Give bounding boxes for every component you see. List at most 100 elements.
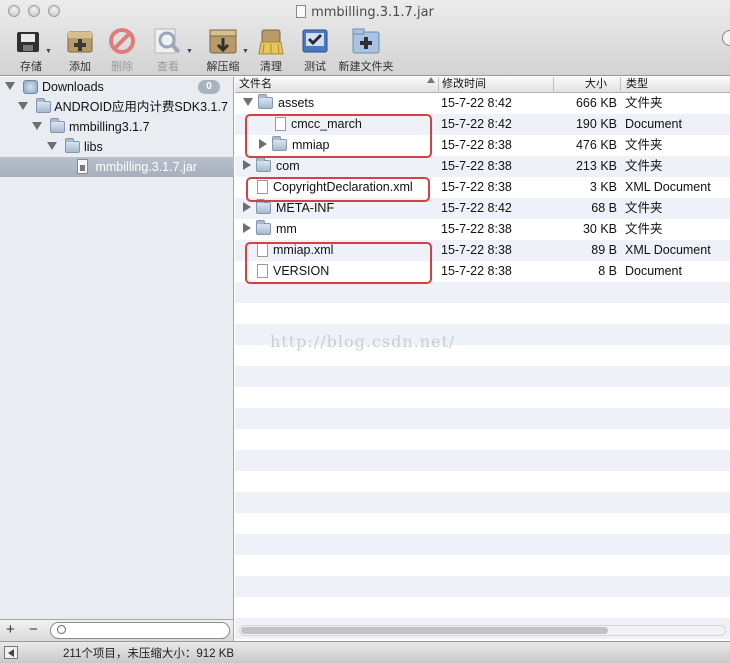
document-icon <box>296 5 307 18</box>
toolbar-extract-label: 解压缩 <box>206 61 240 73</box>
add-icon <box>64 26 96 56</box>
window-title: mmbilling.3.1.7.jar <box>311 5 434 20</box>
disclosure-closed-icon[interactable] <box>243 223 251 233</box>
file-kind: 文件夹 <box>625 201 663 215</box>
highlight-box <box>245 242 432 284</box>
disclosure-open-icon[interactable] <box>18 102 28 110</box>
file-date: 15-7-22 8:38 <box>441 138 512 152</box>
sidebar-item-label: mmbilling3.1.7 <box>68 120 150 134</box>
file-kind: 文件夹 <box>625 222 663 236</box>
clean-icon <box>255 26 287 56</box>
disclosure-closed-icon[interactable] <box>243 202 251 212</box>
column-header-size[interactable]: 大小 <box>585 77 607 92</box>
view-icon: ▼ <box>152 26 193 56</box>
row-stripe <box>235 282 730 303</box>
toolbar-clean-button[interactable]: 清理 <box>254 26 288 74</box>
folder-icon <box>256 220 271 235</box>
sort-ascending-icon <box>427 77 435 83</box>
sidebar-item-downloads[interactable]: Downloads 0 <box>0 77 234 97</box>
file-kind: Document <box>625 264 682 278</box>
sidebar-item-android-sdk[interactable]: ANDROID应用内计费SDK3.1.7 <box>0 97 234 117</box>
folder-icon <box>36 98 52 113</box>
delete-icon <box>106 26 138 56</box>
file-kind: XML Document <box>625 180 711 194</box>
file-kind: Document <box>625 117 682 131</box>
scrollbar-thumb[interactable] <box>241 627 608 634</box>
sidebar-item-jar[interactable]: mmbilling.3.1.7.jar <box>0 157 234 177</box>
disclosure-open-icon[interactable] <box>47 142 57 150</box>
horizontal-scrollbar[interactable] <box>239 625 726 636</box>
toolbar-clean-label: 清理 <box>260 61 282 73</box>
column-header-date[interactable]: 修改时间 <box>442 77 486 92</box>
disclosure-closed-icon[interactable] <box>243 160 251 170</box>
toolbar-save-button[interactable]: ▼ 存储 <box>8 26 54 74</box>
folder-icon <box>256 199 271 214</box>
toolbar-delete-button[interactable]: 删除 <box>104 26 140 74</box>
column-header-kind[interactable]: 类型 <box>626 77 648 92</box>
save-icon: ▼ <box>15 26 52 56</box>
file-date: 15-7-22 8:38 <box>441 180 512 194</box>
row-stripe <box>235 450 730 471</box>
sidebar: Downloads 0 ANDROID应用内计费SDK3.1.7 mmbilli… <box>0 77 234 640</box>
file-kind: 文件夹 <box>625 138 663 152</box>
toolbar-delete-label: 删除 <box>111 61 133 73</box>
file-size: 666 KB <box>575 96 617 110</box>
table-row[interactable]: mm 15-7-22 8:38 30 KB 文件夹 <box>235 219 730 240</box>
file-name: mm <box>276 222 297 236</box>
file-name: META-INF <box>276 201 335 215</box>
file-date: 15-7-22 8:38 <box>441 159 512 173</box>
sidebar-item-libs[interactable]: libs <box>0 137 234 157</box>
sidebar-item-label: mmbilling.3.1.7.jar <box>95 160 197 174</box>
row-stripe <box>235 429 730 450</box>
table-row[interactable]: assets 15-7-22 8:42 666 KB 文件夹 <box>235 93 730 114</box>
file-size: 89 B <box>591 243 617 257</box>
remove-item-button[interactable]: − <box>29 622 38 638</box>
disclosure-open-icon[interactable] <box>32 122 42 130</box>
file-kind: 文件夹 <box>625 96 663 110</box>
folder-icon <box>256 157 271 172</box>
sidebar-item-label: Downloads <box>41 80 104 94</box>
row-stripe <box>235 408 730 429</box>
sidebar-item-label: libs <box>83 140 103 154</box>
file-kind: XML Document <box>625 243 711 257</box>
toolbar-extract-button[interactable]: ▼ 解压缩 <box>200 26 249 74</box>
file-date: 15-7-22 8:38 <box>441 222 512 236</box>
row-stripe <box>235 366 730 387</box>
search-icon <box>57 625 66 634</box>
row-stripe <box>235 513 730 534</box>
toolbar-toggle-button[interactable] <box>722 30 730 46</box>
toggle-sidebar-button[interactable] <box>4 646 18 659</box>
file-size: 30 KB <box>582 222 617 236</box>
column-header-name[interactable]: 文件名 <box>239 77 272 92</box>
file-date: 15-7-22 8:42 <box>441 117 512 131</box>
file-size: 213 KB <box>575 159 617 173</box>
status-text: 211个项目，未压缩大小：912 KB <box>63 648 235 660</box>
sidebar-footer: + − <box>0 619 234 641</box>
window-titlebar: mmbilling.3.1.7.jar ▼ 存储 添加 删除 ▼ 查看 ▼ 解压… <box>0 0 730 76</box>
row-stripe <box>235 597 730 618</box>
highlight-box <box>245 114 432 158</box>
column-divider[interactable] <box>620 77 621 91</box>
search-input[interactable] <box>50 622 230 639</box>
disclosure-open-icon[interactable] <box>243 98 253 106</box>
file-date: 15-7-22 8:42 <box>441 201 512 215</box>
toolbar-save-label: 存储 <box>20 61 42 73</box>
column-divider[interactable] <box>553 77 554 91</box>
disclosure-open-icon[interactable] <box>5 82 15 90</box>
file-size: 476 KB <box>575 138 617 152</box>
column-divider[interactable] <box>438 77 439 91</box>
toolbar-new-folder-button[interactable]: 新建文件夹 <box>338 26 394 74</box>
toolbar-view-button[interactable]: ▼ 查看 <box>146 26 193 74</box>
sidebar-item-mmbilling-folder[interactable]: mmbilling3.1.7 <box>0 117 234 137</box>
file-date: 15-7-22 8:38 <box>441 243 512 257</box>
row-stripe <box>235 576 730 597</box>
sidebar-item-label: ANDROID应用内计费SDK3.1.7 <box>54 100 228 114</box>
jar-file-icon <box>77 159 88 174</box>
row-stripe <box>235 471 730 492</box>
table-row[interactable]: com 15-7-22 8:38 213 KB 文件夹 <box>235 156 730 177</box>
file-size: 68 B <box>591 201 617 215</box>
toolbar-test-button[interactable]: 测试 <box>298 26 332 74</box>
toolbar-add-button[interactable]: 添加 <box>62 26 98 74</box>
add-item-button[interactable]: + <box>6 622 15 638</box>
toolbar-add-label: 添加 <box>69 61 91 73</box>
